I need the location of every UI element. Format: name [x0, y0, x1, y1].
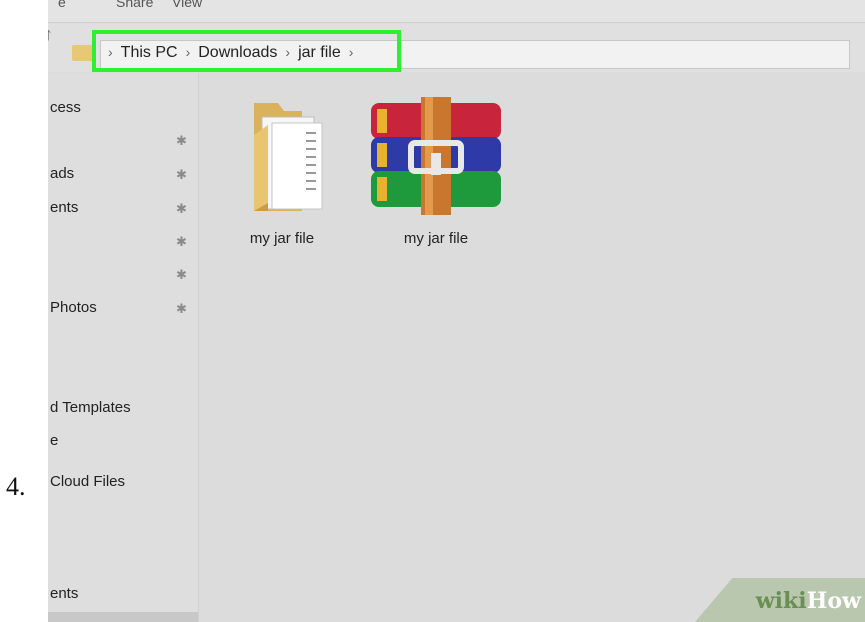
navigation-pane: cess ✱ ads ✱ ents ✱ ✱ ✱ Photos ✱ d Templ…: [48, 73, 199, 622]
nav-item-photos[interactable]: Photos: [50, 299, 97, 316]
pin-icon[interactable]: ✱: [176, 201, 187, 217]
folder-icon: [254, 103, 323, 211]
nav-item-templates[interactable]: d Templates: [50, 399, 131, 416]
up-arrow-icon[interactable]: ↑: [48, 24, 53, 45]
selected-nav-item[interactable]: [48, 612, 198, 622]
file-name: my jar file: [249, 230, 315, 247]
file-list: my jar file my jar file: [199, 73, 865, 622]
nav-item-downloads[interactable]: ads: [50, 165, 74, 182]
wikihow-logo-part2: How: [806, 588, 861, 614]
ribbon-tab-file[interactable]: e: [58, 0, 66, 10]
wikihow-logo-part1: wiki: [755, 588, 807, 614]
pin-icon[interactable]: ✱: [176, 234, 187, 250]
nav-item-e[interactable]: e: [50, 432, 58, 449]
ribbon-tab-share[interactable]: Share: [116, 0, 153, 10]
file-item-folder[interactable]: my jar file: [217, 95, 347, 247]
pin-icon[interactable]: ✱: [176, 301, 187, 317]
pin-icon[interactable]: ✱: [176, 267, 187, 283]
nav-item-documents[interactable]: ents: [50, 199, 78, 216]
file-item-archive[interactable]: my jar file: [371, 95, 501, 247]
nav-item-ents[interactable]: ents: [50, 585, 78, 602]
nav-item-quick-access[interactable]: cess: [50, 99, 81, 116]
pin-icon[interactable]: ✱: [176, 167, 187, 183]
ribbon-tab-view[interactable]: View: [172, 0, 202, 10]
file-name: my jar file: [403, 230, 469, 247]
pin-icon[interactable]: ✱: [176, 133, 187, 149]
ribbon-tabs: e Share View: [48, 0, 865, 23]
step-number: 4.: [6, 472, 26, 501]
breadcrumb-highlight-box: [92, 30, 401, 72]
wikihow-logo: wikiHow: [756, 588, 861, 614]
winrar-archive-icon: [371, 97, 501, 215]
folder-small-icon: [72, 45, 94, 61]
file-explorer-window: e Share View ↑ › This PC › Downloads › jar fi…: [48, 0, 865, 622]
nav-item-cloud-files[interactable]: Cloud Files: [50, 473, 125, 490]
